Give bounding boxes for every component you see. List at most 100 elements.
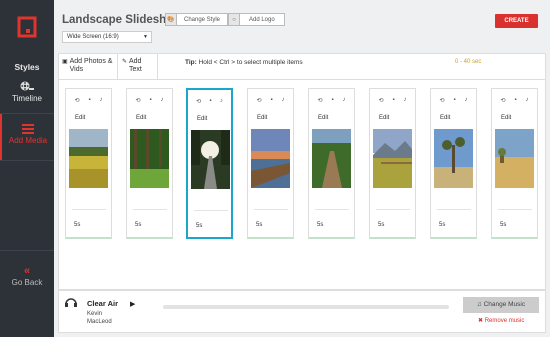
slide-duration[interactable]: 5s — [378, 222, 384, 228]
tip-text: Tip: Hold < Ctrl > to select multiple it… — [185, 59, 305, 67]
rotate-icon[interactable]: ⟲ — [74, 97, 79, 104]
trash-icon[interactable]: ▪ — [331, 97, 333, 104]
slide-actions: ⟲ ▪ ♪ — [248, 97, 293, 104]
trash-icon[interactable]: ▪ — [88, 97, 90, 104]
tip-body: Hold < Ctrl > to select multiple items — [198, 59, 303, 66]
edit-label[interactable]: Edit — [136, 115, 146, 121]
media-workspace: ▣ Add Photos & Vids ✎ Add Text Tip: Hold… — [58, 53, 546, 290]
slide-duration[interactable]: 5s — [74, 222, 80, 228]
change-style-button[interactable]: 🎨 Change Style — [165, 13, 229, 26]
slide-thumbnail — [312, 129, 351, 188]
slide-duration[interactable]: 5s — [196, 223, 202, 229]
slide-card[interactable]: ⟲ ▪ ♪ Edit 5s — [308, 88, 355, 239]
double-chevron-left-icon: « — [23, 265, 31, 277]
rotate-icon[interactable]: ⟲ — [256, 97, 261, 104]
slide-divider — [133, 209, 167, 210]
slide-thumbnail — [373, 129, 412, 188]
trash-icon[interactable]: ▪ — [149, 97, 151, 104]
mic-icon[interactable]: ♪ — [161, 97, 164, 104]
slide-card[interactable]: ⟲ ▪ ♪ Edit 5s — [126, 88, 173, 239]
mic-icon[interactable]: ♪ — [526, 97, 529, 104]
edit-label[interactable]: Edit — [440, 115, 450, 121]
rotate-icon[interactable]: ⟲ — [378, 97, 383, 104]
slide-actions: ⟲ ▪ ♪ — [188, 98, 231, 105]
tip-prefix: Tip: — [185, 59, 197, 66]
rotate-icon[interactable]: ⟲ — [500, 97, 505, 104]
slide-thumbnail — [191, 130, 230, 189]
sidebar-item-timeline[interactable]: Timeline — [0, 80, 54, 103]
slide-actions: ⟲ ▪ ♪ — [370, 97, 415, 104]
aspect-ratio-value: Wide Screen (16:9) — [67, 34, 119, 40]
slide-card[interactable]: ⟲ ▪ ♪ Edit 5s — [430, 88, 477, 239]
slide-duration[interactable]: 5s — [256, 222, 262, 228]
rotate-icon[interactable]: ⟲ — [196, 98, 201, 105]
song-title: Clear Air — [87, 299, 118, 308]
artist-last-name: MacLeod — [87, 319, 112, 325]
music-bar: Clear Air Kevin MacLeod ▶ ♫ Change Music… — [58, 290, 546, 333]
slide-divider — [376, 209, 410, 210]
sidebar-item-add-media[interactable]: Add Media — [0, 114, 54, 160]
slide-actions: ⟲ ▪ ♪ — [492, 97, 537, 104]
song-artist: Kevin MacLeod — [87, 310, 112, 326]
mic-icon[interactable]: ♪ — [220, 98, 223, 105]
edit-label[interactable]: Edit — [75, 115, 85, 121]
slide-duration[interactable]: 5s — [135, 222, 141, 228]
slide-duration[interactable]: 5s — [439, 222, 445, 228]
trash-icon[interactable]: ▪ — [392, 97, 394, 104]
slide-duration[interactable]: 5s — [317, 222, 323, 228]
slide-thumbnail — [69, 129, 108, 188]
rotate-icon[interactable]: ⟲ — [135, 97, 140, 104]
add-logo-button[interactable]: ○ Add Logo — [228, 13, 285, 26]
edit-label[interactable]: Edit — [197, 116, 207, 122]
aspect-ratio-select[interactable]: Wide Screen (16:9) ▼ — [62, 31, 152, 43]
create-button[interactable]: CREATE — [495, 14, 538, 28]
add-text-button[interactable]: ✎ Add Text — [122, 58, 149, 74]
mic-icon[interactable]: ♪ — [404, 97, 407, 104]
slide-card[interactable]: ⟲ ▪ ♪ Edit 5s — [369, 88, 416, 239]
slide-divider — [72, 209, 106, 210]
app-logo-icon — [17, 16, 37, 38]
slide-card[interactable]: ⟲ ▪ ♪ Edit 5s — [491, 88, 538, 239]
mic-icon[interactable]: ♪ — [282, 97, 285, 104]
music-note-icon: ♫ — [476, 301, 482, 308]
rotate-icon[interactable]: ⟲ — [317, 97, 322, 104]
sidebar-item-label: Go Back — [11, 278, 43, 287]
palette-icon: 🎨 — [166, 14, 177, 25]
change-music-button[interactable]: ♫ Change Music — [463, 297, 539, 313]
slide-actions: ⟲ ▪ ♪ — [66, 97, 111, 104]
slide-card[interactable]: ⟲ ▪ ♪ Edit 5s — [186, 88, 233, 239]
remove-music-label: Remove music — [484, 318, 525, 324]
edit-label[interactable]: Edit — [379, 115, 389, 121]
duration-range: 0 - 40 sec — [455, 59, 482, 65]
sidebar-item-go-back[interactable]: « Go Back — [0, 265, 54, 288]
mic-icon[interactable]: ♪ — [465, 97, 468, 104]
edit-label[interactable]: Edit — [501, 115, 511, 121]
music-progress-track[interactable] — [163, 305, 449, 309]
sidebar-item-styles[interactable]: Styles — [0, 62, 54, 72]
menu-lines-icon — [22, 124, 34, 134]
play-button[interactable]: ▶ — [130, 300, 135, 308]
trash-icon[interactable]: ▪ — [514, 97, 516, 104]
remove-music-link[interactable]: ✖ Remove music — [478, 317, 524, 324]
slide-thumbnail — [434, 129, 473, 188]
slide-divider — [254, 209, 288, 210]
slide-divider — [437, 209, 471, 210]
mic-icon[interactable]: ♪ — [100, 97, 103, 104]
headphones-icon — [65, 298, 77, 307]
add-photos-button[interactable]: ▣ Add Photos & Vids — [62, 58, 115, 74]
slide-card[interactable]: ⟲ ▪ ♪ Edit 5s — [247, 88, 294, 239]
circle-icon: ○ — [229, 14, 240, 25]
sidebar-item-label: Timeline — [12, 94, 42, 103]
slide-duration[interactable]: 5s — [500, 222, 506, 228]
add-logo-label: Add Logo — [249, 16, 275, 23]
edit-label[interactable]: Edit — [318, 115, 328, 121]
slide-card[interactable]: ⟲ ▪ ♪ Edit 5s — [65, 88, 112, 239]
edit-label[interactable]: Edit — [257, 115, 267, 121]
trash-icon[interactable]: ▪ — [270, 97, 272, 104]
mic-icon[interactable]: ♪ — [343, 97, 346, 104]
film-reel-icon — [20, 81, 34, 91]
trash-icon[interactable]: ▪ — [209, 98, 211, 105]
rotate-icon[interactable]: ⟲ — [439, 97, 444, 104]
trash-icon[interactable]: ▪ — [453, 97, 455, 104]
sidebar-divider — [0, 250, 54, 251]
